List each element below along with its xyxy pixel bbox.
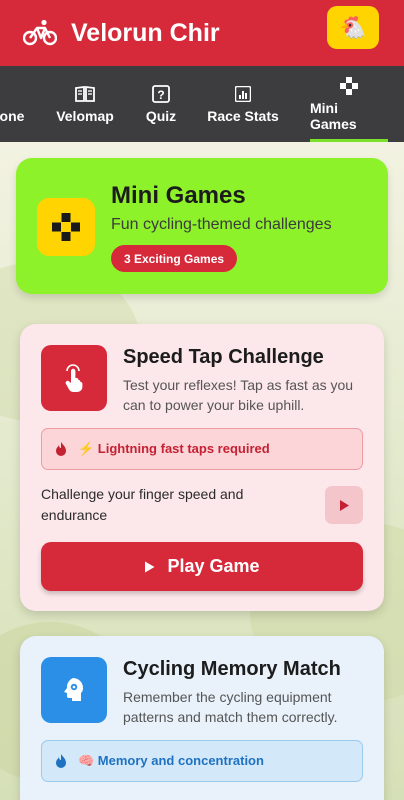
feature-tag: 🧠 Memory and concentration [41,740,363,782]
bar-chart-icon [233,84,253,104]
book-map-icon [75,84,95,104]
tab-home[interactable]: one [0,66,30,142]
tab-mini-games[interactable]: Mini Games [310,66,388,142]
tab-quiz[interactable]: ? Quiz [140,66,182,142]
tab-race-stats[interactable]: Race Stats [206,66,280,142]
flame-icon [55,754,69,768]
mini-games-header-card: Mini Games Fun cycling-themed challenges… [16,158,388,294]
preview-play-button[interactable] [325,486,363,524]
tab-quiz-label: Quiz [145,108,177,124]
page-subtitle: Fun cycling-themed challenges [111,216,332,233]
tab-velomap[interactable]: Velomap [52,66,118,142]
gamepad-icon [37,198,95,256]
play-icon [144,561,155,573]
page-title: Mini Games [111,182,246,209]
home-icon [2,84,22,104]
active-tab-indicator [310,139,388,142]
profile-button[interactable]: 🐔 [327,6,379,49]
svg-text:?: ? [157,88,164,102]
feature-text: ⚡ Lightning fast taps required [78,441,270,456]
brain-head-icon [41,657,107,723]
game-title: Cycling Memory Match [123,658,341,680]
game-description: Test your reflexes! Tap as fast as you c… [123,377,354,413]
tab-mini-games-label: Mini Games [310,100,357,132]
play-game-button[interactable]: Play Game [41,542,363,591]
top-navigation: one Velomap ? Quiz Race Stats Mini Games [0,66,404,142]
chicken-icon: 🐔 [339,14,367,40]
challenge-text: Challenge your finger speed and enduranc… [41,486,244,523]
question-icon: ? [151,84,171,104]
tab-race-stats-label: Race Stats [207,108,279,124]
bicycle-icon [22,15,58,51]
game-title: Speed Tap Challenge [123,346,324,368]
app-header: Velorun Chir 🐔 [0,0,404,66]
games-count-badge: 3 Exciting Games [111,245,238,272]
gamepad-icon [339,76,359,96]
feature-tag: ⚡ Lightning fast taps required [41,428,363,470]
tab-velomap-label: Velomap [56,108,114,124]
tap-hand-icon [41,345,107,411]
feature-text: 🧠 Memory and concentration [78,753,264,768]
tab-home-label: one [0,108,25,124]
flame-icon [55,442,69,456]
play-game-label: Play Game [167,556,260,576]
game-card-speed-tap: Speed Tap Challenge Test your reflexes! … [20,324,384,611]
app-title: Velorun Chir [71,18,220,47]
game-card-memory-match: Cycling Memory Match Remember the cyclin… [20,636,384,800]
play-icon [340,499,349,511]
game-description: Remember the cycling equipment patterns … [123,689,338,725]
